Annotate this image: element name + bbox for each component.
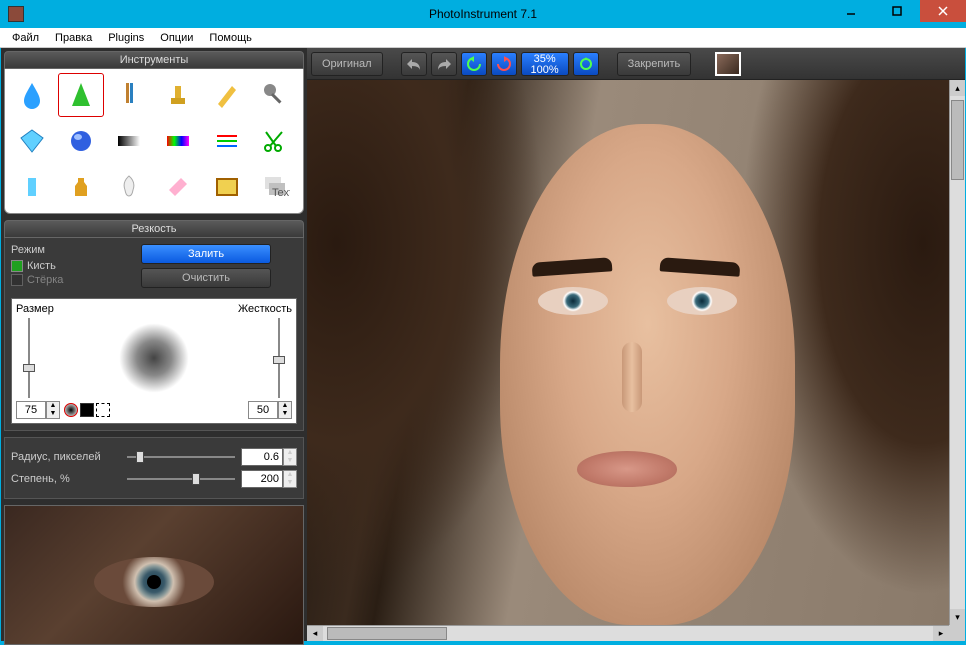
tool-brush[interactable] xyxy=(106,73,152,117)
amount-input[interactable]: 200 xyxy=(241,470,283,488)
eye-preview-icon xyxy=(94,557,214,607)
menu-file[interactable]: Файл xyxy=(4,30,47,46)
menu-plugins[interactable]: Plugins xyxy=(100,30,152,46)
rotate-left-button[interactable] xyxy=(461,52,487,76)
amount-spinner[interactable]: ▲▼ xyxy=(283,470,297,488)
left-panel: Инструменты Text xyxy=(1,48,307,641)
tool-clone-stamp[interactable] xyxy=(155,73,201,117)
image-thumbnail[interactable] xyxy=(715,52,741,76)
menu-options[interactable]: Опции xyxy=(152,30,201,46)
image-area: Оригинал 35%100% Закрепить xyxy=(307,48,965,641)
vertical-scrollbar[interactable]: ▴ ▾ xyxy=(949,80,965,625)
size-spinner[interactable]: ▲▼ xyxy=(46,401,60,419)
radius-input[interactable]: 0.6 xyxy=(241,448,283,466)
tool-lines[interactable] xyxy=(204,119,250,163)
scroll-up-icon[interactable]: ▴ xyxy=(950,80,965,96)
size-slider[interactable] xyxy=(22,318,36,398)
undo-button[interactable] xyxy=(401,52,427,76)
window-title: PhotoInstrument 7.1 xyxy=(0,7,966,21)
sharpness-panel: Режим Кисть Стёрка Залить Очистить Разме… xyxy=(4,238,304,431)
tool-eraser[interactable] xyxy=(155,165,201,209)
clear-button[interactable]: Очистить xyxy=(141,268,271,288)
tool-bulb[interactable] xyxy=(106,165,152,209)
fix-button[interactable]: Закрепить xyxy=(617,52,692,76)
tool-scissors[interactable] xyxy=(252,119,298,163)
hardness-input[interactable]: 50 xyxy=(248,401,278,419)
size-input[interactable]: 75 xyxy=(16,401,46,419)
hardness-slider[interactable] xyxy=(272,318,286,398)
tool-tube[interactable] xyxy=(9,165,55,209)
tool-gradient[interactable] xyxy=(106,119,152,163)
zoom-preview[interactable] xyxy=(4,505,304,645)
minimize-button[interactable] xyxy=(828,0,874,22)
title-bar: PhotoInstrument 7.1 xyxy=(0,0,966,28)
radius-label: Радиус, пикселей xyxy=(11,451,121,463)
maximize-button[interactable] xyxy=(874,0,920,22)
tool-smudge[interactable] xyxy=(58,73,104,117)
tool-blur[interactable] xyxy=(9,73,55,117)
sharpness-header: Резкость xyxy=(4,220,304,238)
tool-gem[interactable] xyxy=(9,119,55,163)
svg-text:Text: Text xyxy=(272,187,290,199)
amount-label: Степень, % xyxy=(11,473,121,485)
scroll-right-icon[interactable]: ▸ xyxy=(933,626,949,641)
menu-edit[interactable]: Правка xyxy=(47,30,100,46)
hardness-label: Жесткость xyxy=(238,303,292,315)
zoom-display[interactable]: 35%100% xyxy=(521,52,569,76)
brush-settings: Размер Жесткость 75 ▲▼ xyxy=(11,298,297,424)
checkbox-on-icon xyxy=(11,260,23,272)
radius-slider[interactable] xyxy=(127,450,235,464)
scroll-corner xyxy=(949,625,965,641)
rotate-right-button[interactable] xyxy=(491,52,517,76)
redo-button[interactable] xyxy=(431,52,457,76)
tool-frame[interactable] xyxy=(204,165,250,209)
swatch-black[interactable] xyxy=(80,403,94,417)
scroll-thumb[interactable] xyxy=(951,100,964,180)
menu-help[interactable]: Помощь xyxy=(201,30,260,46)
original-button[interactable]: Оригинал xyxy=(311,52,383,76)
close-button[interactable] xyxy=(920,0,966,22)
tool-hue[interactable] xyxy=(155,119,201,163)
amount-slider[interactable] xyxy=(127,472,235,486)
hardness-spinner[interactable]: ▲▼ xyxy=(278,401,292,419)
fit-button[interactable] xyxy=(573,52,599,76)
sharpness-sliders: Радиус, пикселей 0.6 ▲▼ Степень, % 200 ▲… xyxy=(4,437,304,499)
horizontal-scrollbar[interactable]: ◂ ▸ xyxy=(307,625,949,641)
size-label: Размер xyxy=(16,303,54,315)
tool-sphere[interactable] xyxy=(58,119,104,163)
mode-eraser-option[interactable]: Стёрка xyxy=(11,274,141,286)
scroll-down-icon[interactable]: ▾ xyxy=(950,609,965,625)
checkbox-off-icon xyxy=(11,274,23,286)
mode-brush-option[interactable]: Кисть xyxy=(11,260,141,272)
tool-bottle[interactable] xyxy=(58,165,104,209)
tool-layers-text[interactable]: Text xyxy=(252,165,298,209)
tools-palette: Text xyxy=(4,69,304,214)
brush-preview-icon xyxy=(119,323,189,393)
scroll-left-icon[interactable]: ◂ xyxy=(307,626,323,641)
scroll-thumb[interactable] xyxy=(327,627,447,640)
image-toolbar: Оригинал 35%100% Закрепить xyxy=(307,48,965,80)
mode-label: Режим xyxy=(11,244,141,256)
image-canvas[interactable] xyxy=(307,80,949,625)
menu-bar: Файл Правка Plugins Опции Помощь xyxy=(0,28,966,48)
tools-header: Инструменты xyxy=(4,51,304,69)
swatch-dashed[interactable] xyxy=(96,403,110,417)
fill-button[interactable]: Залить xyxy=(141,244,271,264)
tool-healing[interactable] xyxy=(204,73,250,117)
swatch-circle[interactable] xyxy=(64,403,78,417)
tool-dodge[interactable] xyxy=(252,73,298,117)
radius-spinner[interactable]: ▲▼ xyxy=(283,448,297,466)
